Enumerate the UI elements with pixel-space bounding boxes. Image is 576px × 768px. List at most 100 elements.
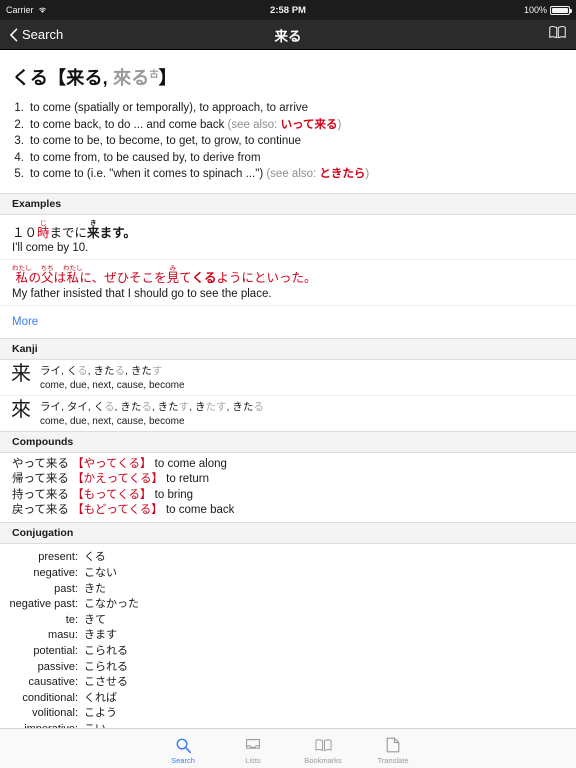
sense-text: to come to (i.e. "when it comes to spina…: [30, 166, 369, 183]
compound-word: 戻って来る: [12, 503, 69, 516]
navigation-bar: Search 来る: [0, 20, 576, 50]
compound-meaning: to come along: [151, 457, 227, 470]
status-bar-time: 2:58 PM: [270, 4, 306, 16]
sense-item: 2. to come back, to do ... and come back …: [12, 117, 566, 134]
kanji-reading-part: す: [178, 400, 190, 413]
section-header-kanji: Kanji: [0, 337, 576, 360]
examples-list: １０時じまでに来きます。 I'll come by 10. 私わたしの父ちちは私わた…: [0, 215, 576, 306]
compound-meaning: to come back: [162, 503, 235, 516]
conjugation-label: volitional:: [32, 707, 78, 720]
conjugation-row: te: きて: [0, 613, 566, 629]
kanji-reading-part: る: [103, 400, 115, 413]
tab-translate[interactable]: Translate: [358, 729, 428, 768]
kanji-reading-part: きた: [93, 364, 115, 377]
conjugation-row: passive: こられる: [0, 660, 566, 676]
kanji-reading-part: ライ: [40, 400, 61, 413]
compound-word: やって来る: [12, 457, 69, 470]
sense-item: 4. to come from, to be caused by, to deri…: [12, 150, 566, 167]
kanji-reading-part: る: [141, 400, 152, 413]
conjugation-value: きた: [84, 582, 106, 595]
entry-reading: くる: [12, 68, 49, 88]
examples-more-row: More: [0, 306, 576, 338]
tab-search[interactable]: Search: [148, 729, 218, 768]
sense-number: 2.: [14, 118, 24, 131]
conjugation-row: negative past: こなかった: [0, 597, 566, 613]
conjugation-label: potential:: [33, 644, 78, 657]
conjugation-row: conditional: くれば: [0, 691, 566, 707]
conjugation-label: passive:: [37, 660, 78, 673]
tab-bookmarks[interactable]: Bookmarks: [288, 729, 358, 768]
sense-definition: to come from, to be caused by, to derive…: [30, 151, 261, 164]
compound-item[interactable]: 持って来る 【もってくる】 to bring: [12, 488, 566, 503]
kanji-info: ライ, タイ, くる, きたる, きたす, きたす, きたる come, due,…: [40, 399, 264, 428]
status-bar: Carrier 2:58 PM 100%: [0, 0, 576, 20]
tab-label: Lists: [245, 755, 261, 765]
bookmark-button[interactable]: [549, 25, 566, 45]
example-segment: 私わたし: [12, 265, 32, 286]
conjugation-value: こられる: [84, 660, 128, 673]
kanji-reading-part: る: [77, 364, 88, 377]
see-also-close: ): [365, 168, 370, 181]
open-book-icon: [549, 25, 566, 45]
conjugation-label: negative past:: [9, 598, 79, 611]
see-also-link[interactable]: ときたら: [319, 168, 365, 180]
conjugation-label: past:: [54, 582, 78, 595]
kanji-readings: ライ, タイ, くる, きたる, きたす, きたす, きたる: [40, 401, 264, 414]
wifi-icon: [38, 6, 47, 14]
example-segment: に、ぜひそこを: [79, 271, 167, 286]
kanji-row[interactable]: 来ライ, くる, きたる, きたす come, due, next, cause,…: [0, 360, 576, 396]
section-header-conjugation: Conjugation: [0, 522, 576, 545]
example-segment: 来き: [87, 219, 100, 240]
compound-meaning: to return: [162, 473, 210, 486]
example-japanese: 私わたしの父ちちは私わたしに、ぜひそこを見みてくるようにといった。: [12, 265, 566, 286]
conjugation-value: きます: [84, 629, 117, 642]
see-also-close: ): [337, 118, 342, 131]
see-also-label: (see also:: [263, 168, 320, 181]
conjugation-row: causative: こさせる: [0, 675, 566, 691]
see-also-link[interactable]: いって来る: [281, 119, 338, 131]
tab-lists[interactable]: Lists: [218, 729, 288, 768]
tray-icon: [245, 736, 261, 755]
example-segment: 時じ: [37, 219, 50, 240]
compound-reading: 【かえってくる】: [68, 473, 163, 486]
conjugation-value: こられる: [84, 644, 128, 657]
sense-text: to come to be, to become, to get, to gro…: [30, 133, 301, 150]
compound-word: 帰って来る: [12, 473, 69, 486]
chevron-left-icon: [10, 27, 19, 42]
example-segment: 私わたし: [63, 265, 83, 286]
sense-text: to come (spatially or temporally), to ap…: [30, 100, 308, 117]
kanji-row[interactable]: 來ライ, タイ, くる, きたる, きたす, きたす, きたる come, due…: [0, 396, 576, 431]
kanji-reading-part: き: [195, 400, 206, 413]
back-button[interactable]: Search: [10, 27, 63, 42]
example-japanese: １０時じまでに来きます。: [12, 220, 566, 240]
example-item[interactable]: 私わたしの父ちちは私わたしに、ぜひそこを見みてくるようにといった。 My fath…: [0, 260, 576, 306]
compound-item[interactable]: 戻って来る 【もどってくる】 to come back: [12, 503, 566, 518]
entry-separator: ,: [102, 68, 114, 88]
conjugation-label: conditional:: [22, 691, 78, 704]
sense-number: 1.: [14, 102, 24, 114]
kanji-meanings: come, due, next, cause, become: [40, 415, 185, 427]
kanji-list: 来ライ, くる, きたる, きたす come, due, next, cause,…: [0, 360, 576, 431]
battery-percent-label: 100%: [523, 5, 547, 15]
conjugation-value: こさせる: [84, 676, 128, 689]
conjugation-label: present:: [38, 551, 78, 564]
compound-item[interactable]: やって来る 【やってくる】 to come along: [12, 457, 566, 472]
tab-label: Search: [171, 755, 195, 765]
kanji-reading-part: きた: [232, 400, 254, 413]
example-item[interactable]: １０時じまでに来きます。 I'll come by 10.: [0, 215, 576, 261]
compound-item[interactable]: 帰って来る 【かえってくる】 to return: [12, 472, 566, 487]
example-english: My father insisted that I should go to s…: [12, 287, 272, 300]
sense-text: to come back, to do ... and come back (s…: [30, 117, 341, 134]
conjugation-row: negative: こない: [0, 566, 566, 582]
conjugation-value: くれば: [84, 691, 117, 704]
open-book-icon: [314, 736, 332, 755]
entry-old-form: 來る: [113, 68, 150, 88]
sense-definition: to come to (i.e. "when it comes to spina…: [30, 168, 264, 181]
conjugation-row: volitional: こよう: [0, 706, 566, 722]
entry-headword: くる【来る, 來る古】: [0, 50, 576, 100]
section-header-compounds: Compounds: [0, 430, 576, 453]
tab-label: Bookmarks: [304, 755, 342, 765]
more-link[interactable]: More: [12, 316, 38, 328]
example-segment: １０: [12, 225, 38, 240]
conjugation-label: te:: [65, 613, 78, 626]
